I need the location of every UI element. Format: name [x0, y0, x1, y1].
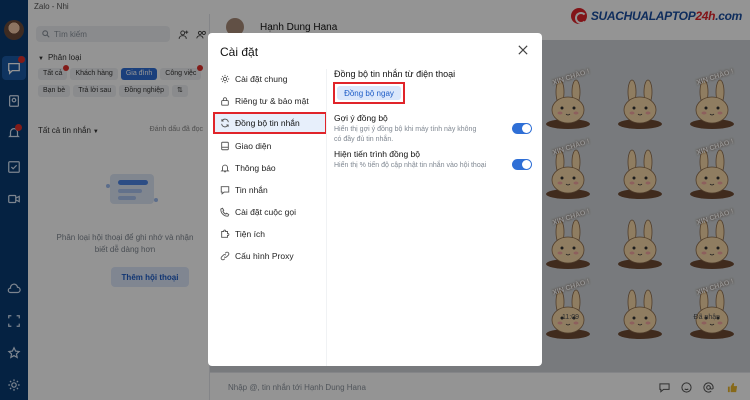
- gear-icon: [220, 74, 230, 84]
- menu-item-messages[interactable]: Tin nhắn: [214, 180, 326, 200]
- lock-icon: [221, 97, 229, 106]
- menu-item-label: Tiện ích: [235, 229, 265, 239]
- menu-item-notifications[interactable]: Thông báo: [214, 158, 326, 178]
- menu-item-appearance[interactable]: Giao diện: [214, 136, 326, 156]
- sync-suggestion-toggle[interactable]: [512, 123, 532, 134]
- option-title: Gợi ý đồng bộ: [334, 113, 388, 123]
- phone-icon: [220, 207, 230, 217]
- dialog-title: Cài đặt: [220, 45, 259, 59]
- menu-item-label: Thông báo: [235, 163, 276, 173]
- menu-item-sync[interactable]: Đồng bộ tin nhắn: [213, 112, 327, 134]
- section-title: Đồng bộ tin nhắn từ điện thoại: [334, 69, 456, 79]
- option-sync-progress: Hiện tiến trình đồng bộ Hiển thị % tiến …: [334, 149, 534, 171]
- menu-item-label: Cấu hình Proxy: [235, 251, 294, 261]
- settings-content: Đồng bộ tin nhắn từ điện thoại Đồng bộ n…: [332, 69, 536, 359]
- sync-now-button[interactable]: Đồng bộ ngay: [337, 86, 401, 100]
- close-icon[interactable]: [516, 43, 530, 57]
- menu-item-label: Giao diện: [235, 141, 272, 151]
- option-title: Hiện tiến trình đồng bộ: [334, 149, 421, 159]
- menu-item-label: Cài đặt chung: [235, 74, 288, 84]
- proxy-icon: [220, 251, 230, 261]
- menu-item-label: Đồng bộ tin nhắn: [235, 118, 300, 128]
- option-sync-suggestion: Gợi ý đồng bộ Hiển thị gợi ý đồng bộ khi…: [334, 113, 534, 145]
- option-description: Hiển thị % tiến độ cập nhật tin nhắn vào…: [334, 162, 487, 169]
- bell-icon: [220, 164, 230, 173]
- option-description: Hiển thị gợi ý đồng bộ khi máy tính này …: [334, 126, 477, 143]
- sync-icon: [221, 118, 229, 128]
- sync-progress-toggle[interactable]: [512, 159, 532, 170]
- menu-item-call-settings[interactable]: Cài đặt cuộc gọi: [214, 202, 326, 222]
- puzzle-icon: [221, 229, 230, 238]
- message-icon: [220, 186, 230, 195]
- settings-menu: Cài đặt chung Riêng tư & bảo mật Đồng bộ…: [208, 69, 327, 366]
- menu-item-proxy[interactable]: Cấu hình Proxy: [214, 246, 326, 266]
- menu-item-privacy[interactable]: Riêng tư & bảo mật: [214, 91, 326, 111]
- menu-item-label: Cài đặt cuộc gọi: [235, 207, 296, 217]
- menu-item-label: Riêng tư & bảo mật: [235, 96, 309, 106]
- menu-item-label: Tin nhắn: [235, 185, 268, 195]
- palette-icon: [221, 141, 229, 151]
- settings-dialog: Cài đặt Cài đặt chung Riêng tư & bảo mật…: [208, 33, 542, 366]
- menu-item-general[interactable]: Cài đặt chung: [214, 69, 326, 89]
- menu-item-utilities[interactable]: Tiện ích: [214, 224, 326, 244]
- menu-divider: [326, 69, 327, 366]
- highlight-box: Đồng bộ ngay: [333, 82, 405, 104]
